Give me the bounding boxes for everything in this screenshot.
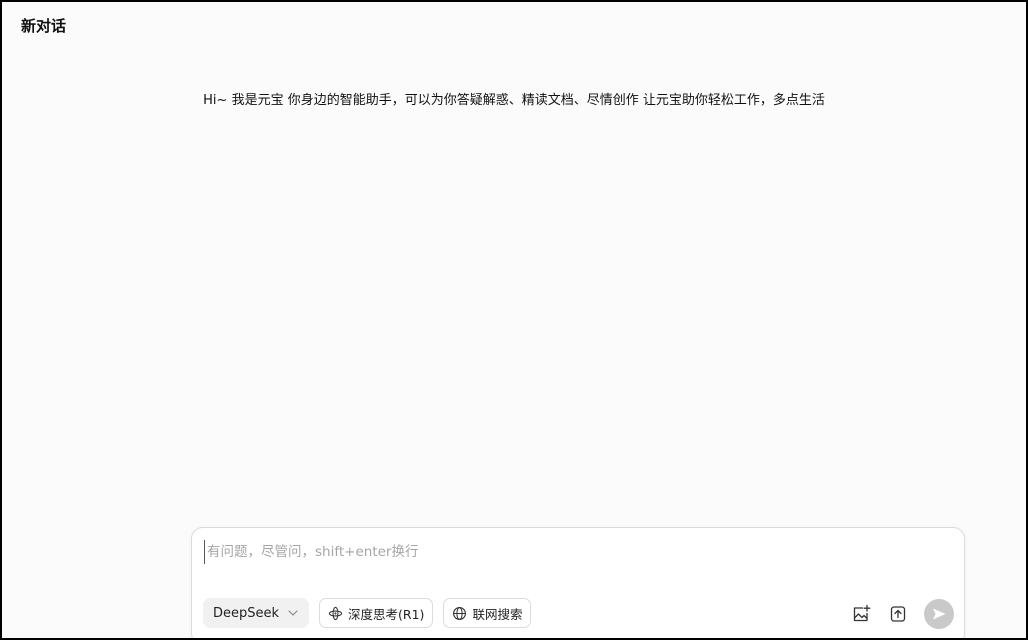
file-upload-button[interactable] [887, 603, 909, 625]
message-input[interactable] [204, 540, 947, 564]
welcome-message: Hi~ 我是元宝 你身边的智能助手，可以为你答疑解惑、精读文档、尽情创作 让元宝… [203, 93, 825, 108]
model-select[interactable]: DeepSeek [203, 598, 310, 628]
deep-think-toggle[interactable]: 深度思考(R1) [319, 598, 434, 628]
send-icon [931, 606, 947, 622]
web-search-toggle[interactable]: 联网搜索 [443, 598, 532, 628]
image-add-icon [851, 604, 871, 624]
page-title: 新对话 [21, 17, 67, 35]
atom-icon [328, 606, 343, 621]
message-composer: DeepSeek 深度思考(R1) [191, 527, 965, 638]
chevron-down-icon [287, 607, 299, 619]
composer-options: DeepSeek 深度思考(R1) 联网搜索 [203, 598, 532, 628]
web-search-label: 联网搜索 [472, 606, 523, 622]
image-upload-button[interactable] [850, 603, 872, 625]
model-select-label: DeepSeek [213, 605, 280, 621]
globe-icon [452, 606, 467, 621]
deep-think-label: 深度思考(R1) [348, 606, 425, 622]
composer-actions [850, 599, 954, 629]
upload-icon [888, 604, 908, 624]
send-button[interactable] [924, 599, 954, 629]
chat-window: 新对话 Hi~ 我是元宝 你身边的智能助手，可以为你答疑解惑、精读文档、尽情创作… [0, 0, 1028, 640]
